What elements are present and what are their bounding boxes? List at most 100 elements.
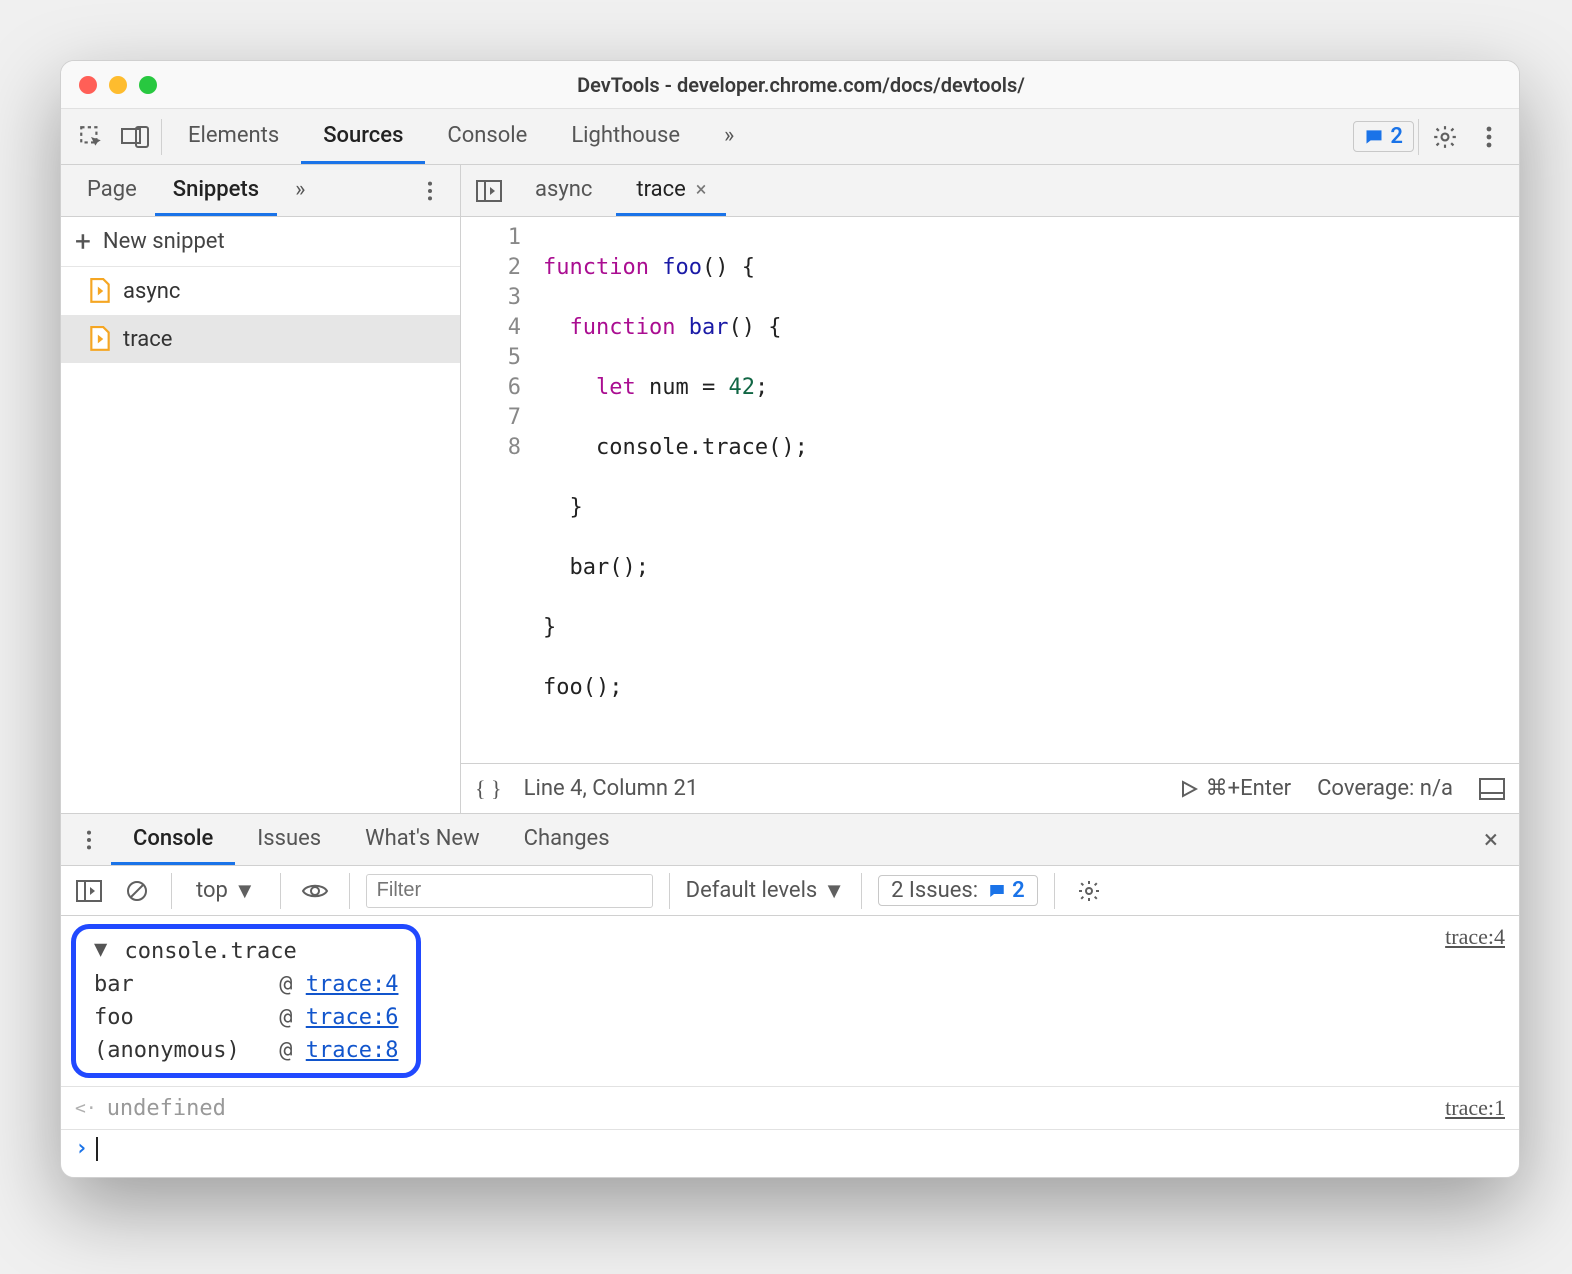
tab-sources[interactable]: Sources [301,109,425,164]
context-label: top [196,878,228,903]
separator [171,873,172,909]
play-icon [1180,780,1198,798]
snippet-name: async [123,279,180,304]
braces-icon: { } [475,776,502,802]
drawer-more-icon[interactable] [67,818,111,862]
close-tab-icon[interactable]: × [696,177,707,201]
sidebar-tab-page[interactable]: Page [69,165,155,216]
issues-indicator[interactable]: 2 [1353,121,1414,152]
return-arrow-icon: <· [75,1098,97,1119]
main-toolbar: Elements Sources Console Lighthouse » 2 [61,109,1519,165]
trace-title: console.trace [125,939,297,964]
line-number-gutter: 12345678 [461,223,539,763]
editor-tab-label: async [535,177,592,202]
zoom-window-button[interactable] [139,76,157,94]
editor-pane: async trace × 12345678 function foo() { … [461,165,1519,813]
drawer-tab-issues[interactable]: Issues [235,814,343,865]
sidebar-more-icon[interactable] [408,169,452,213]
inspect-element-icon[interactable] [69,115,113,159]
minimize-window-button[interactable] [109,76,127,94]
close-drawer-icon[interactable]: × [1469,818,1513,862]
pretty-print-button[interactable]: { } [475,776,502,802]
console-sidebar-toggle-icon[interactable] [71,873,107,909]
settings-gear-icon[interactable] [1423,115,1467,159]
issues-count: 2 [1012,878,1025,903]
console-filter-input[interactable] [366,874,653,908]
separator [1054,873,1055,909]
window-title: DevTools - developer.chrome.com/docs/dev… [157,73,1501,97]
console-prompt[interactable]: › [61,1130,1519,1177]
message-source-link[interactable]: trace:1 [1445,1095,1505,1121]
new-snippet-button[interactable]: + New snippet [61,217,460,267]
log-levels-select[interactable]: Default levels ▼ [686,878,845,904]
sidebar-tab-snippets[interactable]: Snippets [155,165,277,216]
separator [669,873,670,909]
drawer-tabs: Console Issues What's New Changes × [61,814,1519,866]
editor-tabs: async trace × [461,165,1519,217]
navigator-toggle-icon[interactable] [467,169,511,213]
device-toolbar-icon[interactable] [113,115,157,159]
sidebar-tabs-overflow[interactable]: » [277,165,323,216]
stack-frame: foo @ trace:6 [94,1005,398,1030]
trace-header[interactable]: ▼ console.trace [94,939,398,964]
plus-icon: + [75,228,91,256]
code-editor[interactable]: 12345678 function foo() { function bar()… [461,217,1519,763]
return-value: undefined [107,1096,226,1121]
separator [1418,119,1419,155]
tab-console[interactable]: Console [425,109,549,164]
drawer-tab-whats-new[interactable]: What's New [343,814,502,865]
stack-frame: bar @ trace:4 [94,972,398,997]
console-issues-box[interactable]: 2 Issues: 2 [878,875,1038,906]
stack-frame-link[interactable]: trace:6 [306,1005,399,1030]
more-menu-icon[interactable] [1467,115,1511,159]
cursor-position: Line 4, Column 21 [524,776,699,801]
tabs-overflow[interactable]: » [702,109,756,164]
levels-label: Default levels [686,878,818,903]
snippet-item-async[interactable]: async [61,267,460,315]
stack-frame-fn: (anonymous) [94,1038,266,1063]
message-icon [1364,127,1384,147]
issues-label: 2 Issues: [891,878,978,903]
separator [861,873,862,909]
snippet-file-icon [89,278,111,304]
chevron-down-icon: ▼ [234,878,256,904]
run-hint: ⌘+Enter [1206,776,1291,801]
console-toolbar: top ▼ Default levels ▼ 2 Issues: 2 [61,866,1519,916]
debugger-toggle-icon[interactable] [1479,778,1505,800]
close-window-button[interactable] [79,76,97,94]
new-snippet-label: New snippet [103,229,225,254]
editor-tab-trace[interactable]: trace × [616,165,726,216]
snippet-list: async trace [61,267,460,813]
stack-frame-link[interactable]: trace:8 [306,1038,399,1063]
editor-tab-label: trace [636,177,685,202]
issues-count: 2 [1390,124,1403,149]
sources-sidebar: Page Snippets » + New snippet async [61,165,461,813]
console-return-row: <· undefined trace:1 [61,1086,1519,1130]
sources-workspace: Page Snippets » + New snippet async [61,165,1519,814]
drawer-tab-changes[interactable]: Changes [502,814,632,865]
prompt-glyph-icon: › [75,1136,88,1161]
separator [161,119,162,155]
console-settings-gear-icon[interactable] [1071,873,1107,909]
message-source-link[interactable]: trace:4 [1445,924,1505,950]
message-icon [988,882,1006,900]
tab-elements[interactable]: Elements [166,109,301,164]
sidebar-tabs: Page Snippets » [61,165,460,217]
drawer-tab-console[interactable]: Console [111,814,235,865]
editor-tab-async[interactable]: async [515,165,612,216]
run-snippet-button[interactable]: ⌘+Enter [1180,776,1291,801]
disclosure-triangle-icon[interactable]: ▼ [94,937,107,962]
snippet-file-icon [89,326,111,352]
code-content: function foo() { function bar() { let nu… [539,223,808,763]
stack-frame-link[interactable]: trace:4 [306,972,399,997]
coverage-status: Coverage: n/a [1317,776,1453,801]
traffic-lights [79,76,157,94]
clear-console-icon[interactable] [119,873,155,909]
execution-context-select[interactable]: top ▼ [188,878,264,904]
main-panel-tabs: Elements Sources Console Lighthouse » [166,109,756,164]
tab-lighthouse[interactable]: Lighthouse [549,109,702,164]
live-expression-icon[interactable] [297,873,333,909]
editor-statusbar: { } Line 4, Column 21 ⌘+Enter Coverage: … [461,763,1519,813]
snippet-item-trace[interactable]: trace [61,315,460,363]
stack-trace-highlight: ▼ console.trace bar @ trace:4 foo @ trac… [71,924,421,1078]
